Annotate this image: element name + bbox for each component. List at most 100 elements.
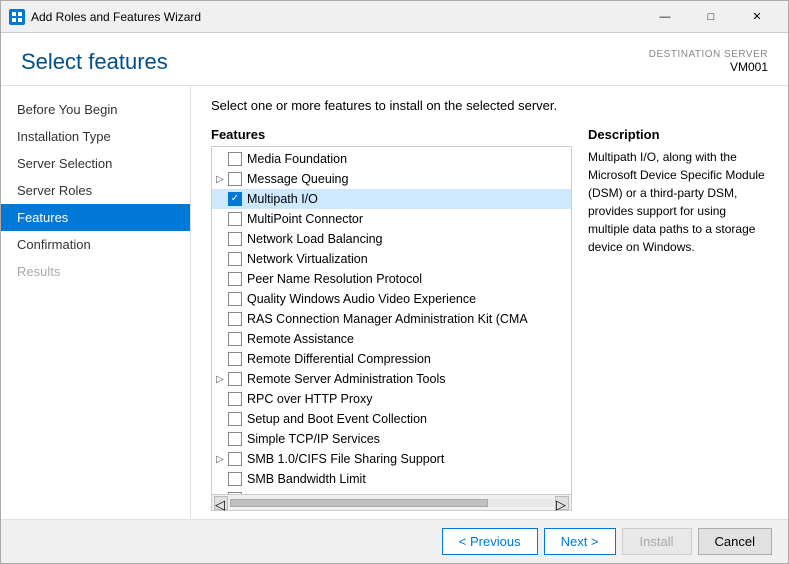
expander-icon xyxy=(212,191,228,207)
feature-label: Peer Name Resolution Protocol xyxy=(247,272,422,286)
feature-checkbox[interactable] xyxy=(228,252,242,266)
previous-button[interactable]: < Previous xyxy=(442,528,538,555)
expander-icon xyxy=(212,351,228,367)
window-title: Add Roles and Features Wizard xyxy=(31,10,642,24)
list-item[interactable]: MultiPoint Connector xyxy=(212,209,571,229)
feature-checkbox[interactable] xyxy=(228,452,242,466)
list-item[interactable]: RAS Connection Manager Administration Ki… xyxy=(212,309,571,329)
feature-checkbox[interactable] xyxy=(228,232,242,246)
list-item[interactable]: Remote Assistance xyxy=(212,329,571,349)
destination-server-info: DESTINATION SERVER VM001 xyxy=(649,49,768,74)
expander-icon xyxy=(212,411,228,427)
feature-checkbox[interactable] xyxy=(228,152,242,166)
feature-checkbox[interactable] xyxy=(228,192,242,206)
features-list-container: Media Foundation ▷ Message Queuing xyxy=(211,146,572,495)
feature-label: Remote Assistance xyxy=(247,332,354,346)
list-item[interactable]: Multipath I/O xyxy=(212,189,571,209)
sidebar-item-server-selection[interactable]: Server Selection xyxy=(1,150,190,177)
feature-checkbox[interactable] xyxy=(228,492,242,494)
feature-label: Remote Server Administration Tools xyxy=(247,372,445,386)
feature-checkbox[interactable] xyxy=(228,172,242,186)
scroll-right-btn[interactable]: ▷ xyxy=(555,496,569,510)
feature-label: Network Virtualization xyxy=(247,252,368,266)
feature-checkbox[interactable] xyxy=(228,472,242,486)
description-panel: Description Multipath I/O, along with th… xyxy=(588,127,768,511)
scrollbar-thumb[interactable] xyxy=(230,499,488,507)
close-button[interactable]: ✕ xyxy=(734,1,780,33)
page-title: Select features xyxy=(21,49,168,75)
scrollbar-track xyxy=(230,499,553,507)
window-controls: — □ ✕ xyxy=(642,1,780,33)
destination-label: DESTINATION SERVER xyxy=(649,49,768,60)
sidebar-item-server-roles[interactable]: Server Roles xyxy=(1,177,190,204)
expander-icon xyxy=(212,471,228,487)
feature-label: SMB 1.0/CIFS File Sharing Support xyxy=(247,452,444,466)
feature-label: Network Load Balancing xyxy=(247,232,383,246)
feature-checkbox[interactable] xyxy=(228,352,242,366)
feature-checkbox[interactable] xyxy=(228,432,242,446)
description-text: Multipath I/O, along with the Microsoft … xyxy=(588,148,768,256)
feature-label: RPC over HTTP Proxy xyxy=(247,392,373,406)
list-item[interactable]: Setup and Boot Event Collection xyxy=(212,409,571,429)
feature-checkbox[interactable] xyxy=(228,272,242,286)
feature-label: Message Queuing xyxy=(247,172,348,186)
sidebar: Before You Begin Installation Type Serve… xyxy=(1,86,191,519)
feature-label: Setup and Boot Event Collection xyxy=(247,412,427,426)
expander-icon xyxy=(212,231,228,247)
feature-checkbox[interactable] xyxy=(228,412,242,426)
footer: < Previous Next > Install Cancel xyxy=(1,519,788,563)
sidebar-item-results: Results xyxy=(1,258,190,285)
feature-checkbox[interactable] xyxy=(228,392,242,406)
features-list: Media Foundation ▷ Message Queuing xyxy=(212,147,571,494)
expander-icon xyxy=(212,431,228,447)
expander-icon[interactable]: ▷ xyxy=(212,171,228,187)
expander-icon xyxy=(212,271,228,287)
feature-checkbox[interactable] xyxy=(228,332,242,346)
sidebar-item-confirmation[interactable]: Confirmation xyxy=(1,231,190,258)
next-button[interactable]: Next > xyxy=(544,528,616,555)
sidebar-item-installation-type[interactable]: Installation Type xyxy=(1,123,190,150)
page-description-area: Select one or more features to install o… xyxy=(191,86,788,127)
horizontal-scrollbar[interactable]: ◁ ▷ xyxy=(211,495,572,511)
two-column-layout: Features Media Foundation ▷ xyxy=(191,127,788,519)
list-item[interactable]: SMB Bandwidth Limit xyxy=(212,469,571,489)
feature-checkbox[interactable] xyxy=(228,292,242,306)
feature-label: Multipath I/O xyxy=(247,192,318,206)
features-panel: Features Media Foundation ▷ xyxy=(211,127,572,511)
list-item[interactable]: Network Load Balancing xyxy=(212,229,571,249)
sidebar-item-features[interactable]: Features xyxy=(1,204,190,231)
expander-icon xyxy=(212,151,228,167)
expander-icon[interactable]: ▷ xyxy=(212,371,228,387)
maximize-button[interactable]: □ xyxy=(688,1,734,33)
expander-icon[interactable]: ▷ xyxy=(212,451,228,467)
list-item[interactable]: Media Foundation xyxy=(212,149,571,169)
minimize-button[interactable]: — xyxy=(642,1,688,33)
list-item[interactable]: Quality Windows Audio Video Experience xyxy=(212,289,571,309)
list-item[interactable]: Simple TCP/IP Services xyxy=(212,429,571,449)
feature-checkbox[interactable] xyxy=(228,312,242,326)
install-button: Install xyxy=(622,528,692,555)
feature-label: MultiPoint Connector xyxy=(247,212,363,226)
list-item[interactable]: Network Virtualization xyxy=(212,249,571,269)
feature-checkbox[interactable] xyxy=(228,212,242,226)
cancel-button[interactable]: Cancel xyxy=(698,528,772,555)
feature-checkbox[interactable] xyxy=(228,372,242,386)
list-item[interactable]: RPC over HTTP Proxy xyxy=(212,389,571,409)
list-item[interactable]: ▷ SMB 1.0/CIFS File Sharing Support xyxy=(212,449,571,469)
expander-icon xyxy=(212,391,228,407)
server-name: VM001 xyxy=(649,60,768,74)
sidebar-item-before-you-begin[interactable]: Before You Begin xyxy=(1,96,190,123)
list-item[interactable]: SMTP Server xyxy=(212,489,571,494)
list-item[interactable]: ▷ Remote Server Administration Tools xyxy=(212,369,571,389)
list-item[interactable]: Remote Differential Compression xyxy=(212,349,571,369)
list-item[interactable]: Peer Name Resolution Protocol xyxy=(212,269,571,289)
feature-label: Remote Differential Compression xyxy=(247,352,431,366)
main-body: Before You Begin Installation Type Serve… xyxy=(1,86,788,519)
main-window: Add Roles and Features Wizard — □ ✕ Sele… xyxy=(0,0,789,564)
expander-icon xyxy=(212,291,228,307)
list-item[interactable]: ▷ Message Queuing xyxy=(212,169,571,189)
features-panel-title: Features xyxy=(211,127,572,142)
description-title: Description xyxy=(588,127,768,142)
scroll-left-btn[interactable]: ◁ xyxy=(214,496,228,510)
expander-icon xyxy=(212,311,228,327)
